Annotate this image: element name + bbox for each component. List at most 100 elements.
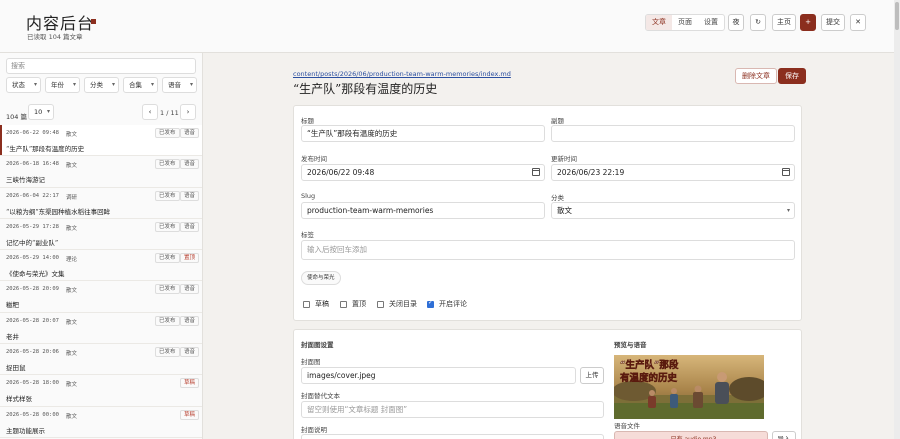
close-icon[interactable]: ✕	[850, 14, 866, 31]
list-item[interactable]: 2026-05-28 00:00 散文 草稿 主题功能展示	[0, 407, 202, 438]
audio-file-field[interactable]: 已有 audio.mp3	[614, 431, 768, 439]
pinned-badge: 置顶	[180, 253, 200, 264]
upload-button[interactable]: 上传	[580, 367, 604, 384]
tags-input[interactable]: 输入后按回车添加	[301, 240, 795, 260]
filter-status[interactable]: 状态 ▾	[6, 77, 41, 93]
category-value: 散文	[557, 206, 572, 215]
disable-toc-checkbox[interactable]	[377, 301, 384, 308]
list-item[interactable]: 2026-05-28 20:07 散文 已发布 语音 老井	[0, 313, 202, 345]
item-date: 2026-05-28 18:00	[6, 380, 59, 387]
night-mode-button[interactable]: 夜	[728, 14, 744, 31]
cover-title-line2: 有温度的历史	[620, 372, 678, 384]
cover-alt-field[interactable]: 留空则使用“文章标题 封面图”	[301, 401, 604, 418]
filter-collection[interactable]: 合集 ▾	[123, 77, 158, 93]
item-date: 2026-05-28 20:07	[6, 317, 59, 324]
updated-datetime-field[interactable]: 2026/06/23 22:19	[551, 164, 795, 181]
draft-checkbox[interactable]	[303, 301, 310, 308]
cover-preview-image: “生产队”那段 有温度的历史	[614, 355, 764, 419]
item-category: 散文	[66, 351, 78, 358]
category-select[interactable]: 散文 ▾	[551, 202, 795, 219]
list-item[interactable]: 2026-06-22 09:48 散文 已发布 语音 “生产队”那段有温度的历史	[0, 125, 202, 157]
file-path-link[interactable]: content/posts/2026/06/production-team-wa…	[293, 70, 511, 78]
item-title: 老井	[6, 332, 19, 341]
list-item[interactable]: 2026-05-29 17:28 散文 已发布 语音 记忆中的“副业队”	[0, 219, 202, 251]
home-button[interactable]: 主页	[772, 14, 796, 31]
cover-section-title: 封面图设置	[301, 341, 334, 349]
list-item[interactable]: 2026-05-28 18:00 散文 草稿 样式样张	[0, 375, 202, 407]
chevron-down-icon: ▾	[189, 81, 193, 88]
list-item[interactable]: 2026-05-29 14:00 理论 已发布 置顶 《使命与荣光》文集	[0, 250, 202, 282]
item-date: 2026-05-29 17:28	[6, 223, 59, 230]
cover-caption-label: 封面说明	[301, 426, 327, 434]
chevron-down-icon: ▾	[111, 81, 115, 88]
article-sidebar: 搜索 状态 ▾ 年份 ▾ 分类 ▾ 合集 ▾ 语音 ▾ 104 篇 10 ▾ ‹ 1 / 1…	[0, 53, 203, 439]
pinned-checkbox[interactable]	[340, 301, 347, 308]
tag-badge: 语音	[180, 284, 200, 295]
item-date: 2026-05-28 00:00	[6, 411, 59, 418]
filter-audio[interactable]: 语音 ▾	[162, 77, 197, 93]
item-category: 散文	[66, 163, 78, 170]
import-button[interactable]: 导入	[772, 431, 796, 439]
item-category: 散文	[66, 132, 78, 138]
next-page-button[interactable]: ›	[180, 104, 196, 120]
calendar-icon[interactable]	[532, 168, 540, 176]
list-item[interactable]: 2026-05-28 20:06 散文 已发布 语音 捉田鼠	[0, 344, 202, 376]
scrollbar-thumb[interactable]	[895, 2, 899, 30]
submit-button[interactable]: 提交	[821, 14, 845, 31]
published-label: 发布时间	[301, 155, 327, 163]
tab-settings[interactable]: 设置	[698, 15, 724, 30]
updated-value: 2026/06/23 22:19	[557, 168, 625, 177]
item-category: 散文	[66, 382, 78, 389]
refresh-icon[interactable]: ↻	[750, 14, 766, 31]
item-title: 糍粑	[6, 301, 19, 310]
slug-label: Slug	[301, 192, 316, 200]
slug-field[interactable]: production-team-warm-memories	[301, 202, 545, 219]
per-page-value: 10	[34, 108, 43, 116]
page-indicator: 1 / 11	[160, 109, 179, 117]
item-title: 捉田鼠	[6, 364, 26, 373]
list-item[interactable]: 2026-06-04 22:17 调研 已发布 语音 “以粮为纲”东渠园种植水稻…	[0, 188, 202, 219]
article-count: 104 篇	[6, 113, 27, 121]
delete-article-button[interactable]: 删除文章	[735, 68, 777, 84]
item-title: 样式样张	[6, 395, 32, 404]
cover-image-field[interactable]: images/cover.jpeg	[301, 367, 576, 384]
tab-articles[interactable]: 文章	[646, 15, 672, 30]
app-header: 内容后台 已读取 104 篇文章 文章 页面 设置 夜 ↻ 主页 + 提交 ✕	[0, 0, 894, 53]
status-badge: 已发布	[155, 190, 180, 201]
page-scrollbar[interactable]	[894, 0, 900, 439]
filter-category[interactable]: 分类 ▾	[84, 77, 119, 93]
filter-year[interactable]: 年份 ▾	[45, 77, 80, 93]
cover-title-line1: “生产队”那段	[620, 359, 679, 371]
item-date: 2026-06-18 16:48	[6, 161, 59, 168]
published-datetime-field[interactable]: 2026/06/22 09:48	[301, 164, 545, 181]
per-page-select[interactable]: 10 ▾	[28, 104, 54, 120]
item-category: 散文	[66, 319, 78, 326]
tab-pages[interactable]: 页面	[672, 15, 698, 30]
item-category: 理论	[66, 257, 78, 264]
list-item[interactable]: 2026-05-28 20:09 散文 已发布 语音 糍粑	[0, 281, 202, 313]
subtitle-field[interactable]	[551, 125, 795, 142]
category-label: 分类	[551, 194, 564, 202]
filter-label: 年份	[51, 81, 64, 89]
cover-caption-field[interactable]	[301, 434, 604, 439]
filter-label: 合集	[129, 81, 142, 89]
item-category: 散文	[66, 413, 78, 420]
calendar-icon[interactable]	[782, 168, 790, 176]
list-item[interactable]: 2026-06-18 16:48 散文 已发布 语音 三峡竹海游记	[0, 156, 202, 188]
cover-image-label: 封面图	[301, 358, 321, 366]
save-button[interactable]: 保存	[778, 68, 806, 84]
cover-alt-label: 封面替代文本	[301, 392, 340, 400]
add-article-button[interactable]: +	[800, 14, 816, 31]
draft-badge: 草稿	[180, 378, 200, 389]
tag-chip[interactable]: 使命与荣光	[301, 271, 341, 285]
search-input[interactable]: 搜索	[6, 58, 196, 74]
item-title: “生产队”那段有温度的历史	[6, 145, 85, 153]
enable-comments-checkbox-label: 开启评论	[439, 300, 467, 308]
prev-page-button[interactable]: ‹	[142, 104, 158, 120]
filter-label: 状态	[12, 81, 25, 89]
audio-file-label: 语音文件	[614, 422, 640, 430]
tag-badge: 语音	[180, 190, 200, 201]
enable-comments-checkbox[interactable]	[427, 299, 434, 308]
article-list: 2026-06-22 09:48 散文 已发布 语音 “生产队”那段有温度的历史…	[0, 125, 202, 438]
title-field[interactable]: “生产队”那段有温度的历史	[301, 125, 545, 142]
